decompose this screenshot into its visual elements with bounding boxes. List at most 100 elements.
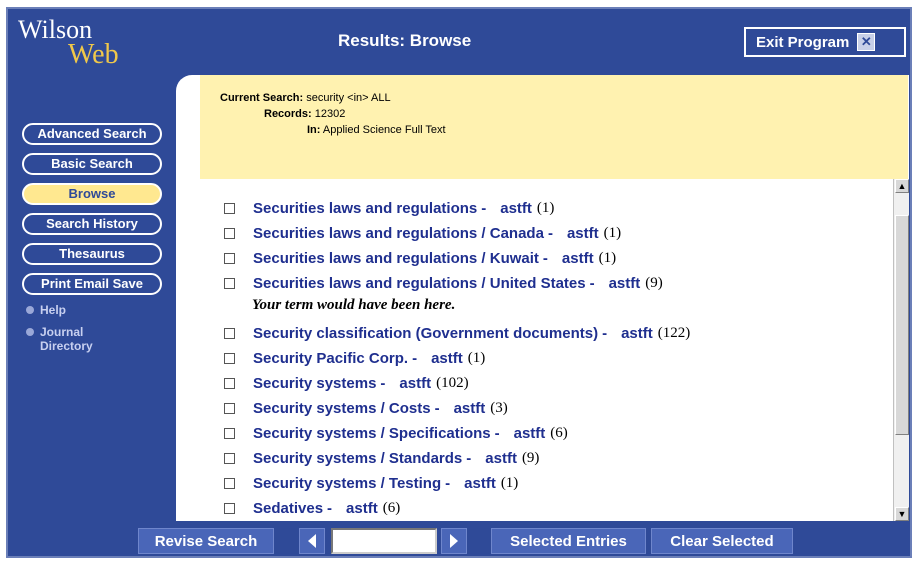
thesaurus-button[interactable]: Thesaurus <box>22 243 162 265</box>
page-title: Results: Browse <box>338 31 472 50</box>
result-term-link[interactable]: Securities laws and regulations / United… <box>253 275 586 292</box>
result-count: (1) <box>598 249 617 266</box>
results-scrollbar[interactable]: ▲ ▼ <box>893 179 909 521</box>
journal-directory-link[interactable]: Journal Directory <box>26 325 93 353</box>
result-count: (6) <box>382 499 401 516</box>
result-db-link[interactable]: astft <box>399 375 431 392</box>
search-info-box: Current Search: security <in> ALL Record… <box>200 75 908 179</box>
result-term-link[interactable]: Security systems / Costs <box>253 400 431 417</box>
wilsonweb-logo[interactable]: Wilson Web <box>12 11 127 71</box>
current-search-label: Current Search: <box>220 92 304 104</box>
browse-button[interactable]: Browse <box>22 183 162 205</box>
revise-search-button[interactable]: Revise Search <box>138 528 274 554</box>
result-row: Security systems / Testing - astft (1) <box>224 472 518 494</box>
basic-search-button[interactable]: Basic Search <box>22 153 162 175</box>
separator: - <box>547 224 553 242</box>
result-checkbox[interactable] <box>224 252 235 264</box>
journal-directory-line1: Journal <box>40 325 84 339</box>
separator: - <box>434 399 440 417</box>
result-db-link[interactable]: astft <box>464 475 496 492</box>
result-row: Security systems - astft (102) <box>224 372 469 394</box>
records-label: Records: <box>264 108 312 120</box>
result-term-link[interactable]: Sedatives <box>253 500 323 517</box>
result-db-link[interactable]: astft <box>621 325 653 342</box>
result-checkbox[interactable] <box>224 452 235 464</box>
result-row: Securities laws and regulations / Canada… <box>224 222 621 244</box>
result-db-link[interactable]: astft <box>567 225 599 242</box>
result-row: Security classification (Government docu… <box>224 322 690 344</box>
records-row: Records: 12302 <box>264 108 345 120</box>
result-checkbox[interactable] <box>224 377 235 389</box>
results-panel: Current Search: security <in> ALL Record… <box>176 75 909 521</box>
arrow-left-icon <box>308 534 316 548</box>
result-db-link[interactable]: astft <box>346 500 378 517</box>
result-row: Securities laws and regulations - astft (1… <box>224 197 554 219</box>
clear-selected-button[interactable]: Clear Selected <box>651 528 793 554</box>
result-checkbox[interactable] <box>224 477 235 489</box>
result-row: Security systems / Standards - astft (9) <box>224 447 539 469</box>
result-term-link[interactable]: Security systems / Testing <box>253 475 441 492</box>
result-term-link[interactable]: Securities laws and regulations <box>253 200 477 217</box>
exit-program-label: Exit Program <box>756 33 850 51</box>
result-checkbox[interactable] <box>224 227 235 239</box>
header: Wilson Web Results: Browse Exit Program … <box>8 9 910 75</box>
footer-toolbar: Revise Search Selected Entries Clear Sel… <box>8 521 910 556</box>
result-term-link[interactable]: Security systems / Specifications <box>253 425 491 442</box>
result-checkbox[interactable] <box>224 327 235 339</box>
selected-entries-button[interactable]: Selected Entries <box>491 528 646 554</box>
result-row: Securities laws and regulations / United… <box>224 272 663 294</box>
arrow-right-icon <box>450 534 458 548</box>
current-search-row: Current Search: security <in> ALL <box>220 92 391 104</box>
in-row: In: Applied Science Full Text <box>307 124 446 136</box>
result-count: (6) <box>550 424 568 441</box>
next-page-button[interactable] <box>441 528 467 554</box>
help-link[interactable]: Help <box>26 303 66 317</box>
scroll-thumb[interactable] <box>895 215 909 435</box>
page-jump-input[interactable] <box>331 528 437 554</box>
result-term-link[interactable]: Security systems <box>253 375 376 392</box>
separator: - <box>412 349 418 367</box>
result-checkbox[interactable] <box>224 402 235 414</box>
result-term-link[interactable]: Security systems / Standards <box>253 450 462 467</box>
result-checkbox[interactable] <box>224 277 235 289</box>
close-icon: ✕ <box>857 33 876 51</box>
result-count: (1) <box>467 349 486 366</box>
result-term-link[interactable]: Security classification (Government docu… <box>253 325 598 342</box>
result-db-link[interactable]: astft <box>562 250 594 267</box>
result-checkbox[interactable] <box>224 502 235 514</box>
result-row: Security systems / Specifications - astft… <box>224 422 568 444</box>
separator: - <box>494 424 500 442</box>
result-db-link[interactable]: astft <box>454 400 486 417</box>
result-db-link[interactable]: astft <box>514 425 546 442</box>
scroll-down-icon[interactable]: ▼ <box>895 507 909 521</box>
result-count: (9) <box>521 449 540 466</box>
search-history-button[interactable]: Search History <box>22 213 162 235</box>
result-term-link[interactable]: Securities laws and regulations / Kuwait <box>253 250 539 267</box>
result-count: (1) <box>536 199 555 216</box>
advanced-search-button[interactable]: Advanced Search <box>22 123 162 145</box>
term-placeholder-note: Your term would have been here. <box>252 297 456 313</box>
result-db-link[interactable]: astft <box>609 275 641 292</box>
result-db-link[interactable]: astft <box>500 200 532 217</box>
result-term-link[interactable]: Securities laws and regulations / Canada <box>253 225 544 242</box>
result-count: (1) <box>500 474 519 491</box>
previous-page-button[interactable] <box>299 528 325 554</box>
separator: - <box>445 474 451 492</box>
scroll-up-icon[interactable]: ▲ <box>895 179 909 193</box>
result-checkbox[interactable] <box>224 202 235 214</box>
result-count: (102) <box>436 374 469 391</box>
exit-program-button[interactable]: Exit Program ✕ <box>744 27 906 57</box>
result-checkbox[interactable] <box>224 427 235 439</box>
result-row: Securities laws and regulations / Kuwait… <box>224 247 616 269</box>
separator: - <box>589 274 595 292</box>
result-count: (9) <box>645 274 663 291</box>
result-db-link[interactable]: astft <box>431 350 463 367</box>
app-window: Wilson Web Results: Browse Exit Program … <box>6 7 912 558</box>
result-checkbox[interactable] <box>224 352 235 364</box>
current-search-value: security <in> ALL <box>306 92 391 104</box>
result-db-link[interactable]: astft <box>485 450 517 467</box>
print-email-save-button[interactable]: Print Email Save <box>22 273 162 295</box>
result-count: (1) <box>603 224 622 241</box>
result-term-link[interactable]: Security Pacific Corp. <box>253 350 408 367</box>
separator: - <box>602 324 608 342</box>
